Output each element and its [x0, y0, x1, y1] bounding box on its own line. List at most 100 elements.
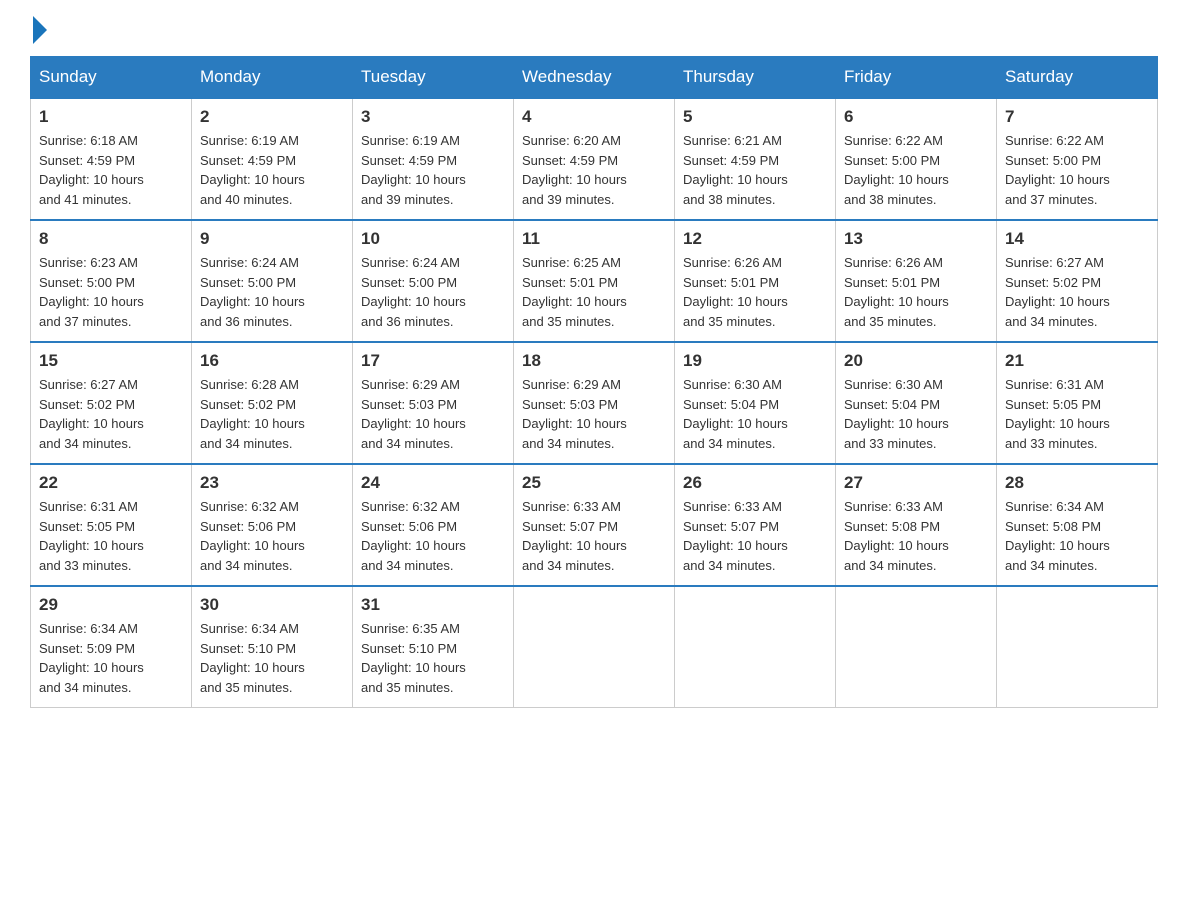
- calendar-cell: 22 Sunrise: 6:31 AMSunset: 5:05 PMDaylig…: [31, 464, 192, 586]
- day-info: Sunrise: 6:30 AMSunset: 5:04 PMDaylight:…: [844, 375, 988, 453]
- calendar-cell: 29 Sunrise: 6:34 AMSunset: 5:09 PMDaylig…: [31, 586, 192, 708]
- day-number: 9: [200, 229, 344, 249]
- day-info: Sunrise: 6:31 AMSunset: 5:05 PMDaylight:…: [39, 497, 183, 575]
- calendar-cell: [836, 586, 997, 708]
- day-info: Sunrise: 6:24 AMSunset: 5:00 PMDaylight:…: [361, 253, 505, 331]
- day-info: Sunrise: 6:35 AMSunset: 5:10 PMDaylight:…: [361, 619, 505, 697]
- header-cell-wednesday: Wednesday: [514, 57, 675, 99]
- day-info: Sunrise: 6:29 AMSunset: 5:03 PMDaylight:…: [361, 375, 505, 453]
- day-number: 18: [522, 351, 666, 371]
- calendar-cell: 2 Sunrise: 6:19 AMSunset: 4:59 PMDayligh…: [192, 98, 353, 220]
- calendar-cell: 12 Sunrise: 6:26 AMSunset: 5:01 PMDaylig…: [675, 220, 836, 342]
- day-info: Sunrise: 6:22 AMSunset: 5:00 PMDaylight:…: [1005, 131, 1149, 209]
- day-number: 30: [200, 595, 344, 615]
- day-info: Sunrise: 6:19 AMSunset: 4:59 PMDaylight:…: [200, 131, 344, 209]
- calendar-cell: 7 Sunrise: 6:22 AMSunset: 5:00 PMDayligh…: [997, 98, 1158, 220]
- day-info: Sunrise: 6:34 AMSunset: 5:09 PMDaylight:…: [39, 619, 183, 697]
- day-info: Sunrise: 6:26 AMSunset: 5:01 PMDaylight:…: [844, 253, 988, 331]
- header-cell-friday: Friday: [836, 57, 997, 99]
- calendar-body: 1 Sunrise: 6:18 AMSunset: 4:59 PMDayligh…: [31, 98, 1158, 708]
- day-number: 3: [361, 107, 505, 127]
- day-info: Sunrise: 6:28 AMSunset: 5:02 PMDaylight:…: [200, 375, 344, 453]
- calendar-cell: 24 Sunrise: 6:32 AMSunset: 5:06 PMDaylig…: [353, 464, 514, 586]
- day-number: 28: [1005, 473, 1149, 493]
- day-info: Sunrise: 6:30 AMSunset: 5:04 PMDaylight:…: [683, 375, 827, 453]
- header-cell-thursday: Thursday: [675, 57, 836, 99]
- day-info: Sunrise: 6:24 AMSunset: 5:00 PMDaylight:…: [200, 253, 344, 331]
- calendar-cell: 26 Sunrise: 6:33 AMSunset: 5:07 PMDaylig…: [675, 464, 836, 586]
- calendar-cell: 18 Sunrise: 6:29 AMSunset: 5:03 PMDaylig…: [514, 342, 675, 464]
- day-info: Sunrise: 6:29 AMSunset: 5:03 PMDaylight:…: [522, 375, 666, 453]
- day-info: Sunrise: 6:25 AMSunset: 5:01 PMDaylight:…: [522, 253, 666, 331]
- day-number: 19: [683, 351, 827, 371]
- calendar-cell: 20 Sunrise: 6:30 AMSunset: 5:04 PMDaylig…: [836, 342, 997, 464]
- calendar-cell: 17 Sunrise: 6:29 AMSunset: 5:03 PMDaylig…: [353, 342, 514, 464]
- calendar-cell: 30 Sunrise: 6:34 AMSunset: 5:10 PMDaylig…: [192, 586, 353, 708]
- calendar-cell: 28 Sunrise: 6:34 AMSunset: 5:08 PMDaylig…: [997, 464, 1158, 586]
- day-number: 31: [361, 595, 505, 615]
- day-info: Sunrise: 6:33 AMSunset: 5:07 PMDaylight:…: [522, 497, 666, 575]
- day-number: 6: [844, 107, 988, 127]
- day-number: 14: [1005, 229, 1149, 249]
- calendar-week-5: 29 Sunrise: 6:34 AMSunset: 5:09 PMDaylig…: [31, 586, 1158, 708]
- calendar-cell: 25 Sunrise: 6:33 AMSunset: 5:07 PMDaylig…: [514, 464, 675, 586]
- day-number: 25: [522, 473, 666, 493]
- day-number: 24: [361, 473, 505, 493]
- day-number: 5: [683, 107, 827, 127]
- calendar-cell: 27 Sunrise: 6:33 AMSunset: 5:08 PMDaylig…: [836, 464, 997, 586]
- calendar-cell: 16 Sunrise: 6:28 AMSunset: 5:02 PMDaylig…: [192, 342, 353, 464]
- header-cell-sunday: Sunday: [31, 57, 192, 99]
- day-number: 27: [844, 473, 988, 493]
- calendar-cell: 11 Sunrise: 6:25 AMSunset: 5:01 PMDaylig…: [514, 220, 675, 342]
- calendar-cell: 9 Sunrise: 6:24 AMSunset: 5:00 PMDayligh…: [192, 220, 353, 342]
- day-number: 13: [844, 229, 988, 249]
- calendar-header: SundayMondayTuesdayWednesdayThursdayFrid…: [31, 57, 1158, 99]
- day-number: 16: [200, 351, 344, 371]
- day-info: Sunrise: 6:32 AMSunset: 5:06 PMDaylight:…: [361, 497, 505, 575]
- day-number: 1: [39, 107, 183, 127]
- calendar-cell: 15 Sunrise: 6:27 AMSunset: 5:02 PMDaylig…: [31, 342, 192, 464]
- day-info: Sunrise: 6:20 AMSunset: 4:59 PMDaylight:…: [522, 131, 666, 209]
- calendar-cell: 8 Sunrise: 6:23 AMSunset: 5:00 PMDayligh…: [31, 220, 192, 342]
- calendar-week-4: 22 Sunrise: 6:31 AMSunset: 5:05 PMDaylig…: [31, 464, 1158, 586]
- calendar-cell: 4 Sunrise: 6:20 AMSunset: 4:59 PMDayligh…: [514, 98, 675, 220]
- day-number: 15: [39, 351, 183, 371]
- day-number: 17: [361, 351, 505, 371]
- logo: [30, 20, 47, 38]
- calendar-cell: 6 Sunrise: 6:22 AMSunset: 5:00 PMDayligh…: [836, 98, 997, 220]
- header-cell-monday: Monday: [192, 57, 353, 99]
- calendar-cell: [997, 586, 1158, 708]
- header-cell-tuesday: Tuesday: [353, 57, 514, 99]
- calendar-cell: 5 Sunrise: 6:21 AMSunset: 4:59 PMDayligh…: [675, 98, 836, 220]
- calendar-cell: [514, 586, 675, 708]
- calendar-cell: [675, 586, 836, 708]
- day-number: 21: [1005, 351, 1149, 371]
- calendar-cell: 10 Sunrise: 6:24 AMSunset: 5:00 PMDaylig…: [353, 220, 514, 342]
- day-number: 12: [683, 229, 827, 249]
- day-info: Sunrise: 6:27 AMSunset: 5:02 PMDaylight:…: [1005, 253, 1149, 331]
- day-info: Sunrise: 6:34 AMSunset: 5:08 PMDaylight:…: [1005, 497, 1149, 575]
- day-info: Sunrise: 6:27 AMSunset: 5:02 PMDaylight:…: [39, 375, 183, 453]
- day-info: Sunrise: 6:19 AMSunset: 4:59 PMDaylight:…: [361, 131, 505, 209]
- day-info: Sunrise: 6:18 AMSunset: 4:59 PMDaylight:…: [39, 131, 183, 209]
- calendar-week-2: 8 Sunrise: 6:23 AMSunset: 5:00 PMDayligh…: [31, 220, 1158, 342]
- day-info: Sunrise: 6:23 AMSunset: 5:00 PMDaylight:…: [39, 253, 183, 331]
- logo-arrow-icon: [33, 16, 47, 44]
- day-number: 2: [200, 107, 344, 127]
- day-number: 10: [361, 229, 505, 249]
- calendar-table: SundayMondayTuesdayWednesdayThursdayFrid…: [30, 56, 1158, 708]
- calendar-cell: 1 Sunrise: 6:18 AMSunset: 4:59 PMDayligh…: [31, 98, 192, 220]
- day-number: 7: [1005, 107, 1149, 127]
- page-header: [30, 20, 1158, 38]
- day-number: 23: [200, 473, 344, 493]
- calendar-cell: 21 Sunrise: 6:31 AMSunset: 5:05 PMDaylig…: [997, 342, 1158, 464]
- calendar-cell: 14 Sunrise: 6:27 AMSunset: 5:02 PMDaylig…: [997, 220, 1158, 342]
- calendar-week-1: 1 Sunrise: 6:18 AMSunset: 4:59 PMDayligh…: [31, 98, 1158, 220]
- day-number: 22: [39, 473, 183, 493]
- day-info: Sunrise: 6:21 AMSunset: 4:59 PMDaylight:…: [683, 131, 827, 209]
- day-number: 20: [844, 351, 988, 371]
- day-info: Sunrise: 6:32 AMSunset: 5:06 PMDaylight:…: [200, 497, 344, 575]
- day-info: Sunrise: 6:31 AMSunset: 5:05 PMDaylight:…: [1005, 375, 1149, 453]
- day-info: Sunrise: 6:33 AMSunset: 5:08 PMDaylight:…: [844, 497, 988, 575]
- day-number: 4: [522, 107, 666, 127]
